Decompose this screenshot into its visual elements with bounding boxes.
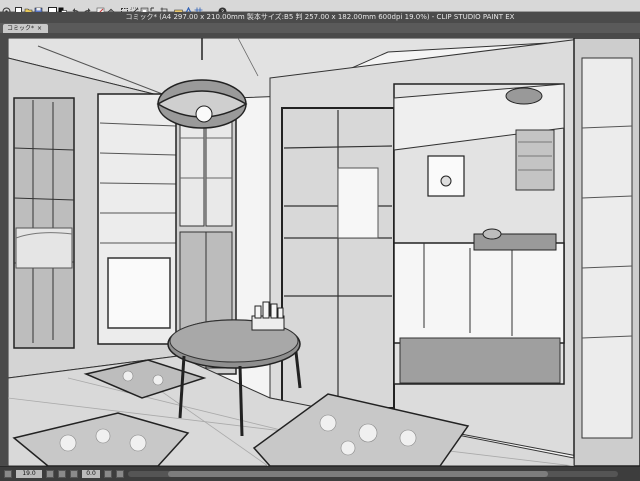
window-title: コミック* (A4 297.00 x 210.00mm 製本サイズ:B5 判 2… — [0, 12, 640, 23]
status-bar: 19.0 0.0 — [0, 466, 640, 481]
transform-icon[interactable] — [120, 1, 129, 15]
main-toolbar: ? — [0, 0, 640, 16]
close-icon[interactable]: × — [37, 25, 42, 32]
layer-color-icon[interactable] — [48, 1, 57, 16]
ruler-icon[interactable] — [174, 1, 183, 14]
fill-icon[interactable] — [106, 1, 115, 16]
scrollbar-thumb[interactable] — [168, 471, 548, 477]
open-icon[interactable] — [24, 1, 33, 16]
zoom-out-button[interactable] — [4, 470, 12, 478]
canvas-artwork[interactable] — [7, 37, 640, 467]
redo-icon[interactable] — [82, 1, 91, 14]
crop-icon[interactable] — [160, 1, 169, 16]
horizontal-scrollbar[interactable] — [128, 471, 618, 477]
undo-icon[interactable] — [72, 1, 81, 14]
flip-button[interactable] — [116, 470, 124, 478]
rotate-left-button[interactable] — [70, 470, 78, 478]
snap-icon[interactable] — [184, 1, 193, 16]
rotate-right-button[interactable] — [104, 470, 112, 478]
color-swap-icon[interactable] — [58, 1, 67, 16]
tab-comic[interactable]: コミック* × — [3, 24, 49, 33]
zoom-value[interactable]: 19.0 — [16, 470, 42, 478]
fit-view-button[interactable] — [58, 470, 66, 478]
help-icon[interactable]: ? — [218, 1, 227, 16]
invert-icon[interactable] — [140, 1, 149, 16]
new-icon[interactable] — [14, 1, 23, 16]
deselect-icon[interactable] — [130, 1, 139, 16]
app-menu-icon[interactable] — [2, 1, 11, 16]
expand-icon[interactable] — [150, 1, 159, 16]
save-icon[interactable] — [34, 1, 43, 16]
clear-icon[interactable] — [96, 1, 105, 16]
tab-label: コミック* — [7, 25, 35, 32]
vertical-ruler — [0, 33, 8, 466]
zoom-in-button[interactable] — [46, 470, 54, 478]
rotation-value[interactable]: 0.0 — [82, 470, 100, 478]
grid-icon[interactable] — [194, 1, 203, 16]
